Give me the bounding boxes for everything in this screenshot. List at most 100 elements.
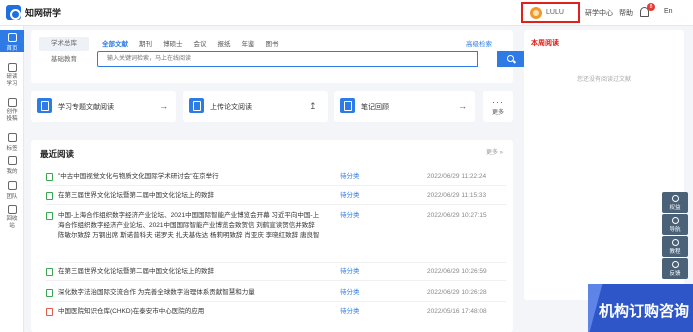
search-button[interactable]	[497, 51, 525, 67]
tab-thesis[interactable]: 博硕士	[163, 38, 183, 48]
tab-journal[interactable]: 期刊	[139, 38, 152, 48]
notification-badge: 8	[647, 3, 655, 11]
home-icon	[7, 33, 17, 42]
feedback-button[interactable]: 反馈	[662, 258, 688, 279]
item-category[interactable]: 待分类	[340, 172, 360, 182]
scope-basic-education[interactable]: 基础教育	[39, 53, 89, 67]
upload-doc-icon	[189, 98, 204, 113]
tab-newspaper[interactable]: 报纸	[218, 38, 231, 48]
tab-conference[interactable]: 会议	[194, 38, 207, 48]
sidebar-item-label: 团队	[6, 194, 18, 200]
recent-reading-panel: 最近阅读 更多 » "中古中国视觉文化与物质文化国际学术研讨会"在京举行 待分类…	[31, 140, 513, 332]
item-category[interactable]: 待分类	[340, 307, 360, 317]
sidebar: 首页 研读学习 创作投稿 标签 我的 团队 回收站	[0, 26, 24, 332]
advanced-search-link[interactable]: 高级检索	[466, 38, 492, 48]
study-center-link[interactable]: 研学中心	[585, 8, 613, 18]
item-category[interactable]: 待分类	[340, 191, 360, 201]
navigation-button[interactable]: 导航	[662, 214, 688, 235]
arrow-right-icon: →	[159, 101, 168, 111]
avatar	[530, 6, 542, 19]
pen-icon	[7, 98, 17, 107]
benefits-button[interactable]: 权益	[662, 192, 688, 213]
item-date: 2022/06/29 10:27:15	[427, 212, 487, 219]
upload-paper-card[interactable]: 上传论文阅读 ↥	[183, 91, 328, 122]
tab-book[interactable]: 图书	[266, 38, 279, 48]
sidebar-item-label: 回收站	[6, 216, 18, 229]
more-icon: ···	[492, 97, 504, 107]
quick-label: 笔记回顾	[361, 104, 389, 111]
sidebar-item-label: 研读学习	[6, 74, 18, 87]
compass-icon	[671, 217, 679, 224]
item-title[interactable]: 在第三届世界文化论坛暨第二届中国文化论坛上的致辞	[58, 267, 321, 277]
document-icon	[46, 268, 53, 276]
list-item[interactable]: "中古中国视觉文化与物质文化国际学术研讨会"在京举行 待分类 2022/06/2…	[46, 172, 506, 186]
item-title[interactable]: "中古中国视觉文化与物质文化国际学术研讨会"在京举行	[58, 172, 321, 182]
item-category[interactable]: 待分类	[340, 211, 360, 221]
sidebar-item-label: 标签	[6, 146, 18, 152]
list-item[interactable]: 中国医院知识仓库(CHKD)在泰安市中心医院的应用 待分类 2022/05/16…	[46, 307, 506, 321]
upload-icon: ↥	[309, 101, 317, 111]
item-category[interactable]: 待分类	[340, 288, 360, 298]
app-name: 知网研学	[25, 8, 62, 18]
feedback-icon	[671, 261, 679, 268]
tool-label: 导航	[669, 227, 681, 233]
tab-all[interactable]: 全部文献	[102, 38, 128, 48]
sidebar-item-label: 我的	[6, 169, 18, 175]
sidebar-item-trash[interactable]: 回收站	[0, 205, 24, 230]
sidebar-item-home[interactable]: 首页	[0, 30, 24, 52]
weekly-title: 本周阅读	[531, 40, 559, 47]
document-icon	[46, 212, 53, 220]
sidebar-item-write[interactable]: 创作投稿	[0, 98, 24, 123]
tab-yearbook[interactable]: 年鉴	[242, 38, 255, 48]
document-icon	[46, 289, 53, 297]
recent-more-link[interactable]: 更多 »	[486, 147, 503, 156]
list-item[interactable]: 在第三届世界文化论坛暨第二届中国文化论坛上的致辞 待分类 2022/06/29 …	[46, 191, 506, 205]
top-bar: 知网研学 LULU 研学中心 帮助 8 En	[0, 0, 693, 26]
tag-icon	[7, 133, 17, 142]
scope-academic[interactable]: 学术总库	[39, 37, 89, 51]
item-date: 2022/06/29 10:26:28	[427, 289, 487, 296]
tutorial-button[interactable]: 教程	[662, 236, 688, 257]
section-title: 最近阅读	[40, 149, 75, 159]
list-item[interactable]: 在第三届世界文化论坛暨第二届中国文化论坛上的致辞 待分类 2022/06/29 …	[46, 267, 506, 281]
search-tabs: 全部文献 期刊 博硕士 会议 报纸 年鉴 图书	[102, 38, 290, 48]
topic-reading-card[interactable]: 学习专题文献阅读 →	[31, 91, 176, 122]
item-title[interactable]: 深化数字法治国际交流合作 为完善全球数字治理体系贡献智慧和力量	[58, 288, 321, 298]
search-icon	[507, 55, 514, 62]
help-link[interactable]: 帮助	[619, 8, 633, 18]
item-title[interactable]: 中国医院知识仓库(CHKD)在泰安市中心医院的应用	[58, 307, 321, 317]
sidebar-item-mine[interactable]: 我的	[0, 156, 24, 175]
item-title[interactable]: 中国-上海合作组织数字经济产业论坛、2021中国国际智能产业博览会开幕 习近平向…	[58, 211, 321, 241]
list-item[interactable]: 深化数字法治国际交流合作 为完善全球数字治理体系贡献智慧和力量 待分类 2022…	[46, 288, 506, 302]
item-title[interactable]: 在第三届世界文化论坛暨第二届中国文化论坛上的致辞	[58, 191, 321, 201]
folder-icon	[7, 156, 17, 165]
arrow-right-icon: →	[458, 101, 467, 111]
app-logo[interactable]: 知网研学	[6, 5, 61, 20]
banner-text: 机构订购咨询	[599, 303, 690, 320]
diamond-icon	[671, 195, 679, 202]
sidebar-item-team[interactable]: 团队	[0, 181, 24, 200]
search-input[interactable]	[97, 51, 478, 67]
tool-label: 反馈	[669, 271, 681, 277]
notes-review-card[interactable]: 笔记回顾 →	[334, 91, 475, 122]
sidebar-item-label: 创作投稿	[6, 109, 18, 122]
pdf-icon	[46, 308, 53, 316]
item-date: 2022/05/16 17:48:08	[427, 308, 487, 315]
language-link[interactable]: En	[664, 8, 673, 15]
list-item[interactable]: 中国-上海合作组织数字经济产业论坛、2021中国国际智能产业博览会开幕 习近平向…	[46, 211, 506, 263]
subscription-banner[interactable]: 机构订购咨询	[588, 284, 693, 332]
item-date: 2022/06/29 10:26:59	[427, 268, 487, 275]
trash-icon	[7, 205, 17, 214]
item-category[interactable]: 待分类	[340, 267, 360, 277]
book-icon	[7, 63, 17, 72]
tool-label: 权益	[669, 205, 681, 211]
item-date: 2022/06/29 11:22:24	[427, 173, 487, 180]
search-panel: 学术总库 基础教育 全部文献 期刊 博硕士 会议 报纸 年鉴 图书 高级检索	[31, 30, 525, 83]
sidebar-item-study[interactable]: 研读学习	[0, 63, 24, 88]
quick-label: 学习专题文献阅读	[58, 104, 114, 111]
sidebar-item-tags[interactable]: 标签	[0, 133, 24, 152]
user-menu[interactable]: LULU	[521, 2, 580, 23]
user-name: LULU	[546, 9, 564, 16]
weekly-reading-panel: 本周阅读 您还没有阅读过文献	[524, 30, 684, 300]
more-button[interactable]: ··· 更多	[483, 91, 513, 122]
